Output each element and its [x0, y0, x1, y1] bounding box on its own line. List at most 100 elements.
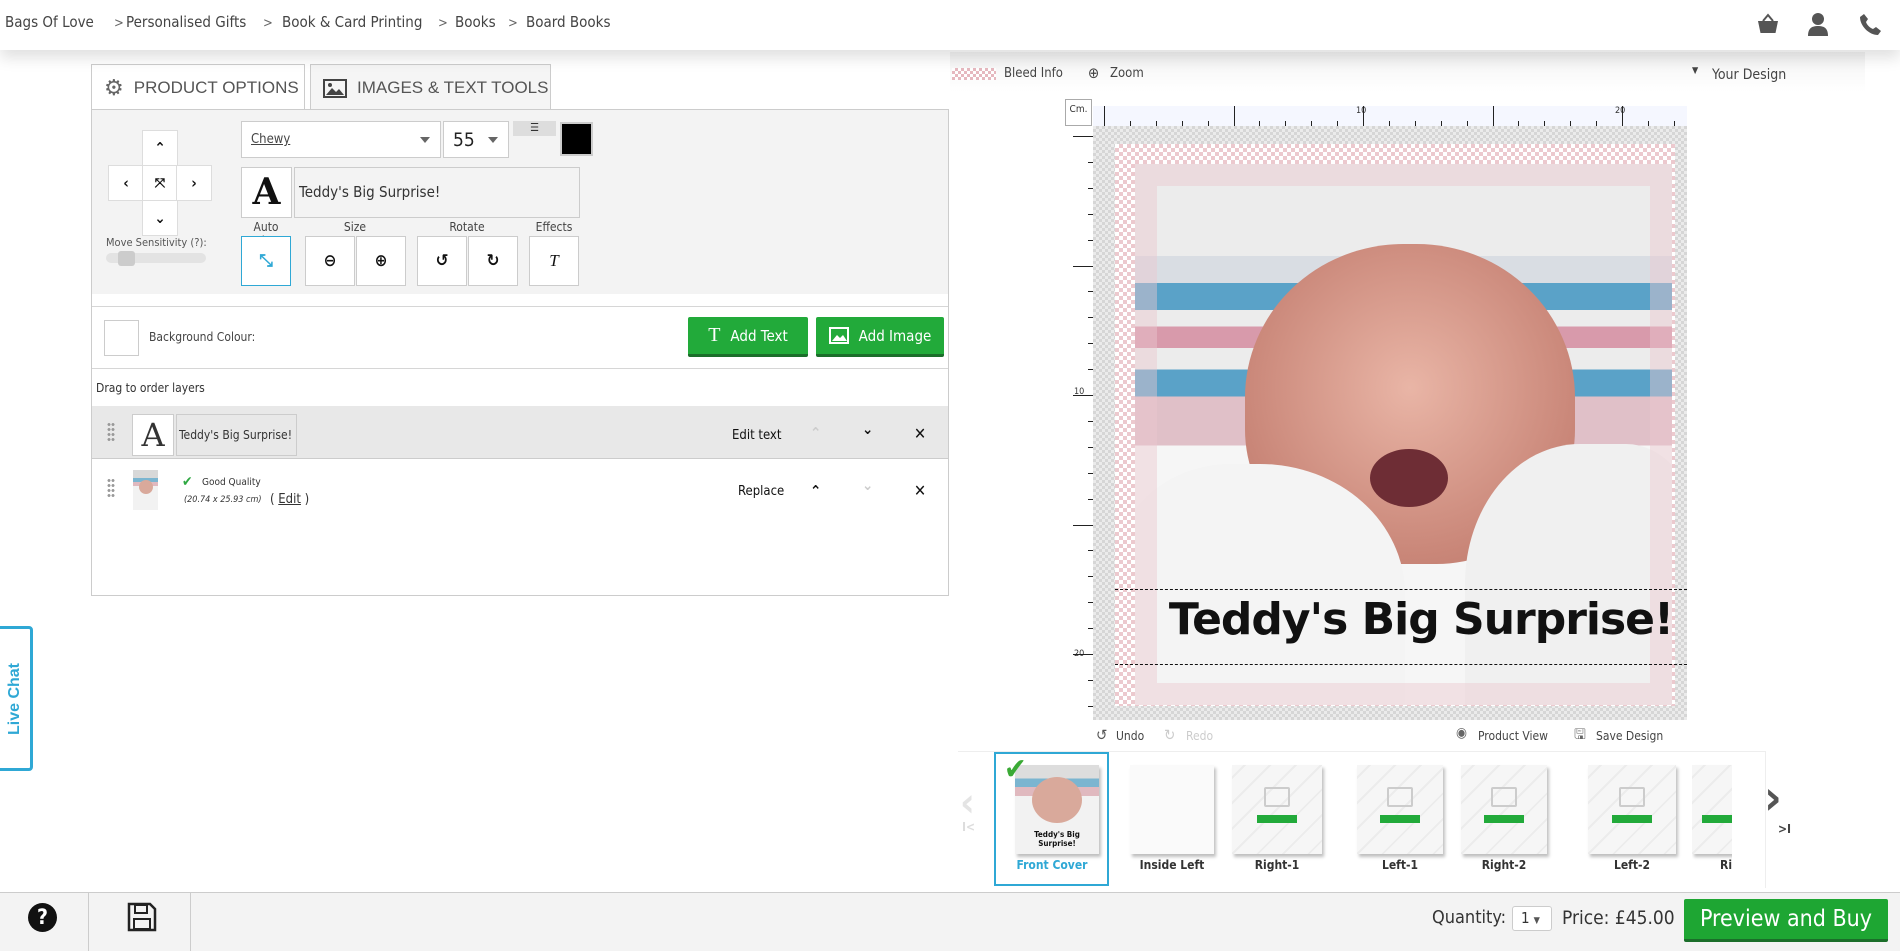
breadcrumb-item[interactable]: Personalised Gifts — [126, 13, 246, 31]
left-1-thumbnail[interactable] — [1357, 765, 1443, 854]
live-chat-button[interactable]: Live Chat — [0, 626, 33, 771]
font-size-value: 55 — [453, 128, 475, 151]
last-page-icon[interactable]: >I — [1778, 822, 1791, 836]
effects-button[interactable]: T — [529, 236, 579, 286]
breadcrumb-separator: > — [438, 16, 448, 31]
move-sensitivity-slider[interactable] — [106, 251, 206, 266]
tab-images-text-tools[interactable]: IMAGES & TEXT TOOLS — [310, 64, 551, 111]
design-canvas[interactable]: Teddy's Big Surprise! — [1093, 126, 1687, 720]
ruler-label: 20 — [1615, 106, 1626, 116]
breadcrumb-item[interactable]: Books — [455, 13, 496, 31]
text-color-picker[interactable] — [560, 122, 593, 156]
move-down-button[interactable]: ⌄ — [142, 200, 178, 236]
layer-down-button[interactable]: ⌄ — [862, 476, 873, 494]
rotate-left-icon: ↺ — [435, 251, 449, 271]
placeholder-button — [1702, 815, 1732, 823]
layer-down-button[interactable]: ⌄ — [862, 420, 873, 438]
ruler-tick — [1622, 106, 1623, 126]
size-decrease-button[interactable]: ⊖ — [305, 236, 355, 286]
center-button[interactable]: ⤧ — [142, 165, 178, 201]
edit-text-button[interactable]: Edit text — [732, 428, 781, 443]
image-dimensions: (20.74 x 25.93 cm) — [184, 495, 262, 505]
page-label: Right-2 — [1481, 858, 1527, 872]
effects-label: Effects — [535, 220, 573, 234]
breadcrumb-item[interactable]: Book & Card Printing — [282, 13, 422, 31]
move-left-button[interactable]: ‹ — [108, 165, 144, 201]
background-colour-picker[interactable] — [104, 320, 139, 356]
auto-size-button[interactable]: ⤡ — [241, 236, 291, 286]
zoom-button[interactable]: Zoom — [1110, 66, 1144, 81]
divider — [190, 893, 191, 951]
add-image-button[interactable]: Add Image — [816, 317, 944, 357]
breadcrumb-separator: > — [508, 16, 518, 31]
page-label: Left-1 — [1381, 858, 1419, 872]
text-align-button[interactable]: ☰ — [513, 121, 556, 136]
product-view-button[interactable]: Product View — [1478, 729, 1548, 743]
redo-button[interactable]: Redo — [1186, 729, 1213, 743]
ruler-tick — [1073, 395, 1093, 396]
text-input[interactable]: Teddy's Big Surprise! — [294, 167, 580, 218]
eye-icon: ◉ — [1456, 725, 1467, 741]
quantity-select[interactable]: 1 ▼ — [1512, 906, 1552, 931]
divider — [92, 306, 948, 307]
move-right-button[interactable]: › — [176, 165, 212, 201]
slider-thumb[interactable] — [118, 251, 136, 266]
left-2-thumbnail[interactable] — [1588, 765, 1676, 854]
image-placeholder-icon — [1387, 787, 1413, 807]
user-icon[interactable] — [1808, 12, 1828, 36]
canvas-text-layer[interactable]: Teddy's Big Surprise! — [1115, 594, 1687, 645]
page-label: Right-1 — [1254, 858, 1300, 872]
divider — [92, 368, 948, 369]
image-placeholder-icon — [1619, 787, 1645, 807]
drag-handle-icon[interactable] — [107, 422, 115, 442]
edit-image-link[interactable]: Edit — [278, 492, 301, 507]
ruler-tick — [1233, 106, 1235, 126]
preview-and-buy-button[interactable]: Preview and Buy — [1684, 899, 1888, 942]
layer-up-button[interactable]: ⌃ — [810, 482, 821, 500]
save-icon[interactable] — [127, 902, 157, 932]
font-select[interactable]: Chewy — [241, 121, 441, 158]
size-increase-button[interactable]: ⊕ — [356, 236, 406, 286]
font-size-select[interactable]: 55 — [443, 121, 509, 158]
caret-down-icon: ▼ — [1692, 66, 1699, 76]
replace-button[interactable]: Replace — [738, 484, 784, 499]
first-page-icon[interactable]: I< — [962, 820, 975, 834]
front-cover-thumbnail: Teddy's Big Surprise! — [1015, 765, 1099, 854]
tab-product-options[interactable]: ⚙ PRODUCT OPTIONS — [91, 64, 305, 110]
breadcrumb-item[interactable]: Board Books — [526, 13, 611, 31]
ruler-left: 10 20 — [1072, 126, 1093, 720]
text-box-bottom-border — [1115, 664, 1687, 665]
rotate-right-button[interactable]: ↻ — [468, 236, 518, 286]
drag-handle-icon[interactable] — [107, 478, 115, 498]
breadcrumb-item[interactable]: Bags Of Love — [5, 13, 94, 31]
move-up-button[interactable]: ⌃ — [142, 130, 178, 166]
bleed-info-button[interactable]: Bleed Info — [1004, 66, 1063, 81]
ruler-unit-select[interactable]: Cm. — [1065, 99, 1092, 126]
rotate-label: Rotate — [449, 220, 485, 234]
phone-icon[interactable] — [1860, 13, 1882, 35]
live-chat-label: Live Chat — [5, 662, 23, 735]
layer-up-button[interactable]: ⌃ — [810, 424, 821, 442]
your-design-dropdown[interactable]: Your Design — [1712, 67, 1786, 83]
zoom-in-icon: ⊕ — [374, 251, 388, 271]
save-design-button[interactable]: Save Design — [1596, 729, 1663, 743]
right-1-thumbnail[interactable] — [1232, 765, 1322, 854]
right-2-thumbnail[interactable] — [1461, 765, 1547, 854]
delete-layer-button[interactable]: ✕ — [914, 424, 926, 443]
size-label: Size — [343, 220, 367, 234]
rotate-left-button[interactable]: ↺ — [417, 236, 467, 286]
right-3-thumbnail[interactable] — [1692, 765, 1732, 854]
ruler-tick — [1073, 265, 1093, 267]
inside-left-thumbnail[interactable] — [1130, 765, 1214, 854]
chevron-down-icon — [488, 137, 498, 143]
next-page-arrow[interactable]: › — [1764, 770, 1782, 826]
background-colour-label: Background Colour: — [149, 330, 256, 344]
add-image-label: Add Image — [858, 326, 932, 345]
add-text-button[interactable]: T Add Text — [688, 317, 808, 357]
help-icon[interactable]: ? — [28, 903, 57, 932]
undo-button[interactable]: Undo — [1116, 729, 1144, 743]
chevron-down-icon — [420, 137, 430, 143]
image-placeholder-icon — [1491, 787, 1517, 807]
delete-layer-button[interactable]: ✕ — [914, 481, 926, 500]
basket-icon[interactable] — [1756, 13, 1780, 35]
